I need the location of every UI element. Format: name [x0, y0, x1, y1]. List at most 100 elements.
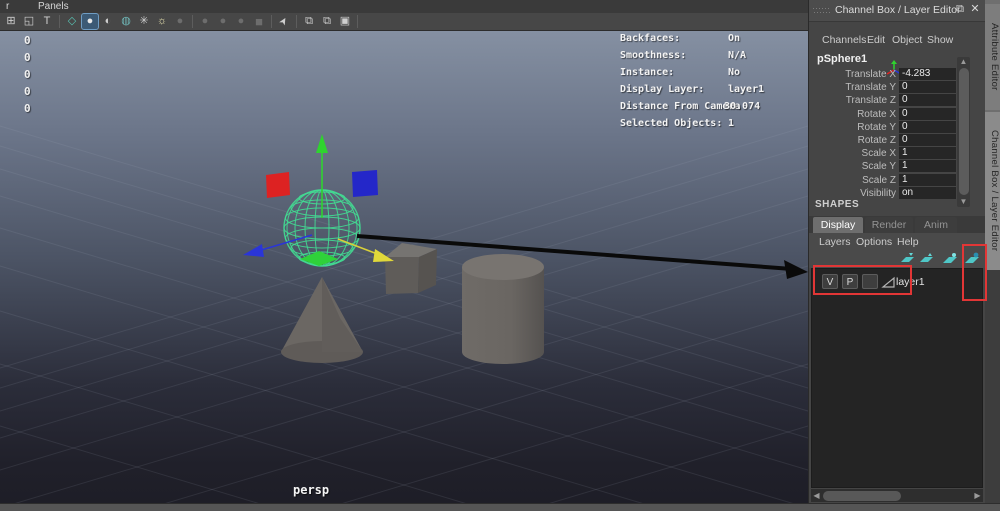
channel-value-field[interactable]: 1 — [899, 173, 956, 186]
scrollbar-thumb[interactable] — [823, 490, 901, 501]
image-plane-icon[interactable]: ▣ — [337, 14, 353, 29]
xray-display-icon[interactable]: ⧉ — [319, 14, 335, 29]
manip-y-arrow[interactable] — [316, 134, 328, 153]
channel-value-field[interactable]: 0 — [899, 107, 956, 120]
scrollbar-thumb[interactable] — [958, 68, 969, 195]
layer-list-hscrollbar[interactable]: ◀ ▶ — [811, 489, 983, 502]
channel-value-field[interactable]: 0 — [899, 133, 956, 146]
channel-row: Translate Z0 — [809, 94, 957, 107]
single-pane-layout-icon[interactable]: ◱ — [21, 14, 37, 29]
four-view-layout-icon[interactable]: ⊞ — [3, 14, 19, 29]
manip-plane-red[interactable] — [266, 172, 290, 198]
manip-x-arrow[interactable] — [243, 244, 264, 257]
toolbar-separator — [192, 15, 193, 28]
move-layer-down-icon[interactable] — [918, 252, 935, 266]
default-lighting-icon[interactable]: ☼ — [154, 14, 170, 29]
depth-peeling-icon[interactable]: ● — [233, 14, 249, 29]
viewport-toolbar: ⊞ ◱ T ◇ ● ◐ ◍ ✳ ☼ ● ● ● ● ■ ➤ ⧉ ⧉ ▣ — [0, 13, 808, 31]
channel-value-field[interactable]: 1 — [899, 160, 956, 173]
hud-row: Distance From Camera 30.074 — [620, 101, 761, 112]
channel-box-scrollbar[interactable]: ▲ ▼ — [957, 57, 970, 207]
scroll-up-icon[interactable]: ▲ — [957, 57, 970, 67]
side-strip-filler — [985, 270, 1000, 511]
tab-render[interactable]: Render — [865, 217, 913, 233]
hud-row: Display Layer: layer1 — [620, 84, 765, 95]
wireframe-display-icon[interactable]: ◇ — [64, 14, 80, 29]
drag-handle-icon[interactable] — [813, 8, 831, 13]
float-window-icon[interactable]: ⧉ — [953, 2, 967, 16]
occlusion-icon[interactable]: ● — [197, 14, 213, 29]
tab-channel-box-layer-editor[interactable]: Channel Box / Layer Editor — [985, 112, 1000, 270]
panel-title: Channel Box / Layer Editor — [835, 4, 961, 16]
channel-row: Translate Y0 — [809, 81, 957, 94]
multisample-icon[interactable]: ■ — [251, 14, 267, 29]
cylinder-object[interactable] — [462, 254, 544, 364]
perspective-viewport[interactable]: 0 0 0 0 0 Backfaces: On Smoothness: N/A In… — [0, 31, 809, 511]
hud-counter: 0 — [24, 102, 31, 115]
channel-row: Rotate Y0 — [809, 120, 957, 134]
channel-value-field[interactable]: 0 — [899, 120, 956, 133]
manip-plane-blue[interactable] — [352, 170, 378, 197]
layer-editor-menu-bar: Layers Options Help — [809, 233, 985, 250]
scroll-left-icon[interactable]: ◀ — [811, 489, 822, 502]
toolbar-separator — [271, 15, 272, 28]
tab-attribute-editor[interactable]: Attribute Editor — [985, 4, 1000, 110]
menu-item-partial[interactable]: r — [6, 0, 9, 13]
channel-value-field[interactable]: on — [899, 186, 956, 199]
toolbar-separator — [296, 15, 297, 28]
channel-attributes: Translate X -4.283 Translate Y0 Translate… — [809, 68, 957, 200]
textured-display-icon[interactable]: ◍ — [118, 14, 134, 29]
channel-row: Scale X1 — [809, 147, 957, 160]
create-empty-layer-icon[interactable] — [941, 252, 958, 266]
layer-list[interactable]: V P layer1 — [811, 268, 983, 488]
isolate-select-icon[interactable]: ⧉ — [301, 14, 317, 29]
layer-editor-tabs: Display Render Anim — [809, 216, 985, 233]
channel-value-field[interactable]: 1 — [899, 147, 956, 160]
channel-value-field[interactable]: 0 — [899, 81, 956, 94]
shapes-section-header[interactable]: SHAPES — [815, 199, 859, 210]
scroll-down-icon[interactable]: ▼ — [957, 197, 970, 207]
channel-row: Visibility on — [809, 186, 957, 200]
close-icon[interactable]: ✕ — [968, 2, 982, 16]
scroll-right-icon[interactable]: ▶ — [972, 489, 983, 502]
selected-object-name[interactable]: pSphere1 — [817, 53, 867, 65]
tab-display[interactable]: Display — [813, 217, 863, 233]
menu-layers[interactable]: Layers — [819, 236, 851, 248]
flat-shaded-display-icon[interactable]: ◐ — [100, 14, 116, 29]
menu-help[interactable]: Help — [897, 236, 919, 248]
channel-row: Translate X -4.283 — [809, 68, 957, 81]
hud-row: Backfaces: On — [620, 33, 741, 44]
cone-object[interactable] — [281, 277, 363, 363]
channel-value-field[interactable]: 0 — [899, 94, 956, 107]
maya-window: r Panels ⊞ ◱ T ◇ ● ◐ ◍ ✳ ☼ ● ● ● ● ■ ➤ ⧉… — [0, 0, 1000, 511]
panel-type-icon[interactable]: T — [39, 14, 55, 29]
annotation-box-layer-icon — [962, 244, 987, 301]
menu-object[interactable]: Object — [892, 34, 922, 46]
channel-row: Scale Z1 — [809, 173, 957, 187]
smooth-shaded-display-icon[interactable]: ● — [81, 13, 99, 30]
hud-row: Selected Objects: 1 — [620, 118, 735, 129]
select-tool-icon[interactable]: ➤ — [274, 11, 295, 32]
channel-box-panel: Channel Box / Layer Editor ⧉ ✕ Channels … — [809, 0, 985, 511]
ground-grid — [0, 125, 809, 511]
shadows-icon[interactable]: ● — [172, 14, 188, 29]
channel-row: Scale Y1 — [809, 160, 957, 173]
panel-title-bar[interactable]: Channel Box / Layer Editor ⧉ ✕ — [809, 0, 985, 22]
channel-value-field[interactable]: -4.283 — [899, 68, 956, 80]
menu-show[interactable]: Show — [927, 34, 953, 46]
move-layer-up-icon[interactable] — [899, 252, 916, 266]
annotation-box-layer-row — [813, 265, 912, 295]
hud-counter: 0 — [24, 68, 31, 81]
motion-blur-icon[interactable]: ● — [215, 14, 231, 29]
tab-anim[interactable]: Anim — [915, 217, 957, 233]
cube-object[interactable] — [385, 243, 437, 294]
menu-options[interactable]: Options — [856, 236, 892, 248]
toolbar-separator — [59, 15, 60, 28]
side-tab-strip: Attribute Editor Channel Box / Layer Edi… — [985, 0, 1000, 511]
wireframe-on-shaded-icon[interactable]: ✳ — [136, 14, 152, 29]
menu-item-panels[interactable]: Panels — [38, 0, 69, 13]
camera-name-label: persp — [293, 483, 330, 497]
menu-channels[interactable]: Channels — [822, 34, 866, 46]
channel-row: Rotate Z0 — [809, 133, 957, 147]
menu-edit[interactable]: Edit — [867, 34, 885, 46]
